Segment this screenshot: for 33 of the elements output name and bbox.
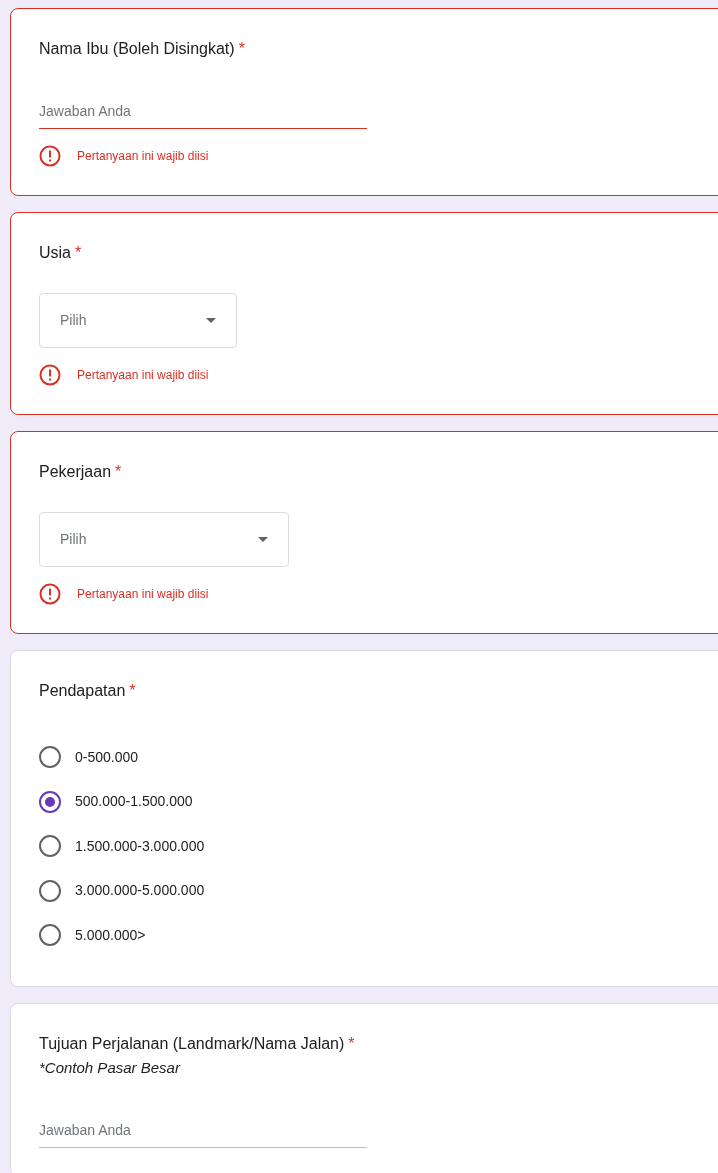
- input-field[interactable]: Jawaban Anda: [39, 1113, 367, 1148]
- required-mark: *: [238, 39, 245, 59]
- error-message: Pertanyaan ini wajib diisi: [77, 586, 209, 603]
- radio-button[interactable]: [39, 835, 61, 858]
- dropdown[interactable]: Pilih: [39, 512, 289, 567]
- error-message: Pertanyaan ini wajib diisi: [77, 367, 209, 384]
- required-mark: *: [348, 1033, 355, 1054]
- radio-button[interactable]: [39, 746, 61, 769]
- question-title: Nama Ibu (Boleh Disingkat): [39, 39, 235, 59]
- option-label: 1.500.000-3.000.000: [75, 836, 205, 856]
- radio-button[interactable]: [39, 879, 61, 902]
- radio-button[interactable]: [39, 924, 61, 947]
- error-icon: [39, 583, 61, 605]
- required-mark: *: [129, 681, 136, 701]
- radio-button[interactable]: [39, 790, 61, 813]
- question-title: Tujuan Perjalanan (Landmark/Nama Jalan): [39, 1033, 345, 1054]
- error-message: Pertanyaan ini wajib diisi: [77, 148, 209, 165]
- required-mark: *: [115, 462, 122, 482]
- question-description: *Contoh Pasar Besar: [39, 1057, 182, 1078]
- dropdown[interactable]: Pilih: [39, 293, 237, 348]
- error-icon: [39, 145, 61, 167]
- required-mark: *: [75, 243, 82, 263]
- option-label: 3.000.000-5.000.000: [75, 881, 205, 901]
- input-field[interactable]: Jawaban Anda: [39, 95, 367, 129]
- option-label: 5.000.000>: [75, 925, 146, 945]
- caret-icon: [258, 537, 268, 542]
- question-title: Usia: [39, 243, 71, 263]
- option-label: 0-500.000: [75, 747, 139, 767]
- question-title: Pekerjaan: [39, 462, 112, 482]
- caret-icon: [206, 318, 216, 323]
- question-title: Pendapatan: [39, 681, 126, 701]
- option-label: 500.000-1.500.000: [75, 792, 193, 812]
- error-icon: [39, 364, 61, 386]
